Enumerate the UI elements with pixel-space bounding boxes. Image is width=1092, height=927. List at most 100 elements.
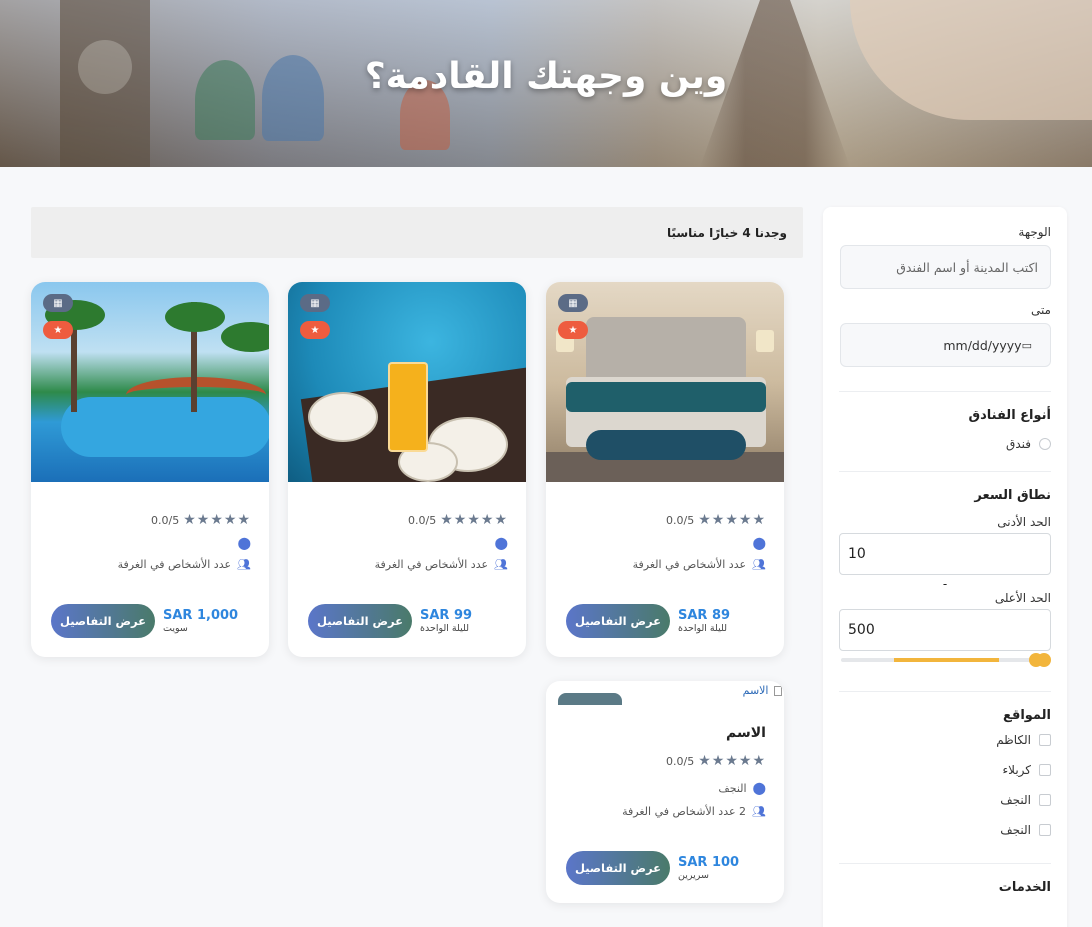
card-body: ★★★★★ 0.0/5 ⬤ 👥︎ عدد الأشخاص في الغرفة	[288, 512, 526, 571]
price-row: عرض التفاصيل SAR 100 سريرين	[566, 851, 766, 885]
star-icon: ★	[43, 321, 73, 339]
location-checkbox[interactable]	[1039, 824, 1051, 836]
calendar-icon[interactable]: ▭	[1022, 339, 1032, 352]
hotel-image[interactable]: ▦ ★	[546, 282, 784, 482]
date-input[interactable]: mm/dd/yyyy ▭	[840, 323, 1051, 367]
date-placeholder: mm/dd/yyyy	[943, 337, 1022, 353]
location-checkbox[interactable]	[1039, 794, 1051, 806]
hotel-icon: ▦	[558, 294, 588, 312]
price: SAR 100	[678, 855, 740, 870]
stars-icon: ★★★★★	[183, 512, 251, 528]
min-price-input[interactable]: 10	[839, 533, 1051, 575]
price-unit: لليلة الواحدة	[420, 623, 470, 634]
results-summary: وجدنا 4 خيارًا مناسبًا	[666, 225, 787, 240]
rating-value: 0.0/5	[151, 513, 180, 527]
divider	[839, 471, 1051, 472]
stars-icon: ★★★★★	[698, 753, 766, 769]
price-unit: سويت	[163, 623, 188, 634]
hotel-type-label: فندق	[1006, 437, 1031, 451]
hotel-type-option[interactable]: فندق	[839, 437, 1051, 451]
people-text: عدد الأشخاص في الغرفة	[117, 558, 232, 571]
divider	[839, 691, 1051, 692]
location-row: ⬤	[564, 536, 766, 550]
location-label: كربلاء	[1002, 763, 1031, 777]
juice-glass	[388, 362, 428, 452]
price-slider[interactable]	[841, 653, 1051, 667]
divider	[839, 863, 1051, 864]
users-icon: 👥︎	[237, 558, 251, 571]
price: SAR 89	[678, 608, 731, 623]
map-pin-icon: ⬤	[494, 536, 508, 550]
people-text: عدد الأشخاص في الغرفة	[632, 558, 747, 571]
price: SAR 99	[420, 608, 473, 623]
hotel-card[interactable]: ▦ ★ ★★★★★ 0.0/5 ⬤ 👥︎ عدد الأشخاص في الغر…	[31, 282, 269, 657]
hotel-image-broken[interactable]: الاسم	[546, 681, 784, 705]
people-row: 👥︎ عدد الأشخاص في الغرفة	[306, 558, 508, 571]
price: SAR 1,000	[163, 608, 239, 623]
plate	[308, 392, 378, 442]
hotel-card[interactable]: ▦ ★ ★★★★★ 0.0/5 ⬤ 👥︎ عدد الأشخاص في الغر…	[288, 282, 526, 657]
location-option[interactable]: كربلاء	[839, 763, 1051, 777]
rating: ★★★★★ 0.0/5	[564, 753, 766, 769]
price-row: عرض التفاصيل SAR 99 لليلة الواحدة	[308, 604, 508, 638]
price-block: SAR 100 سريرين	[678, 855, 766, 881]
location-row: ⬤ النجف	[564, 781, 766, 795]
bedroom-bench	[586, 430, 746, 460]
services-title: الخدمات	[998, 880, 1051, 895]
price-block: SAR 99 لليلة الواحدة	[420, 608, 508, 634]
hotel-icon: ▦	[43, 294, 73, 312]
location-option[interactable]: النجف	[839, 823, 1051, 837]
filters-sidebar: الوجهة اكتب المدينة أو اسم الفندق متى mm…	[823, 207, 1067, 927]
price-separator: -	[942, 577, 948, 591]
people-row: 👥︎ عدد الأشخاص في الغرفة	[564, 558, 766, 571]
min-price-label: الحد الأدنى	[997, 515, 1051, 529]
slider-range	[893, 658, 999, 662]
hotel-card[interactable]: ▦ ★ ★★★★★ 0.0/5 ⬤ 👥︎ عدد الأشخاص في الغر…	[546, 282, 784, 657]
hotel-image[interactable]: ▦ ★	[31, 282, 269, 482]
hotel-type-radio[interactable]	[1039, 438, 1051, 450]
location-label: النجف	[1000, 793, 1031, 807]
star-icon: ★	[558, 321, 588, 339]
view-details-button[interactable]: عرض التفاصيل	[566, 851, 670, 885]
price-row: عرض التفاصيل SAR 1,000 سويت	[51, 604, 251, 638]
rating: ★★★★★ 0.0/5	[306, 512, 508, 528]
bed-blanket	[566, 382, 766, 412]
palm-leaves	[221, 322, 269, 352]
location-option[interactable]: الكاظم	[839, 733, 1051, 747]
view-details-button[interactable]: عرض التفاصيل	[566, 604, 670, 638]
hero-banner: وين وجهتك القادمة؟	[0, 0, 1092, 167]
max-price-input[interactable]: 500	[839, 609, 1051, 651]
price-block: SAR 1,000 سويت	[163, 608, 251, 634]
view-details-button[interactable]: عرض التفاصيل	[308, 604, 412, 638]
location-option[interactable]: النجف	[839, 793, 1051, 807]
palm-leaves	[165, 302, 225, 332]
broken-image-icon	[774, 686, 782, 696]
destination-label: الوجهة	[1018, 225, 1051, 239]
location-row: ⬤	[49, 536, 251, 550]
map-pin-icon: ⬤	[752, 781, 766, 795]
rating-value: 0.0/5	[666, 513, 695, 527]
price-unit: سريرين	[678, 870, 709, 881]
view-details-button[interactable]: عرض التفاصيل	[51, 604, 155, 638]
location-checkbox[interactable]	[1039, 764, 1051, 776]
users-icon: 👥︎	[494, 558, 508, 571]
users-icon: 👥︎	[752, 805, 766, 818]
map-pin-icon: ⬤	[237, 536, 251, 550]
hotel-image[interactable]: ▦ ★	[288, 282, 526, 482]
destination-input[interactable]: اكتب المدينة أو اسم الفندق	[840, 245, 1051, 289]
price-unit: لليلة الواحدة	[678, 623, 728, 634]
location-checkbox[interactable]	[1039, 734, 1051, 746]
divider	[839, 391, 1051, 392]
slider-handle-max[interactable]	[1037, 653, 1051, 667]
people-text: 2 عدد الأشخاص في الغرفة	[622, 805, 747, 818]
rating: ★★★★★ 0.0/5	[49, 512, 251, 528]
card-body: ★★★★★ 0.0/5 ⬤ 👥︎ عدد الأشخاص في الغرفة	[546, 512, 784, 571]
when-label: متى	[1030, 303, 1051, 317]
hotel-card[interactable]: الاسم الاسم ★★★★★ 0.0/5 ⬤ النجف 👥︎ 2 عدد…	[546, 681, 784, 903]
location-text: النجف	[718, 781, 747, 795]
price-range-title: نطاق السعر	[974, 488, 1051, 503]
price-row: عرض التفاصيل SAR 89 لليلة الواحدة	[566, 604, 766, 638]
location-label: الكاظم	[996, 733, 1031, 747]
people-row: 👥︎ عدد الأشخاص في الغرفة	[49, 558, 251, 571]
locations-title: المواقع	[1002, 708, 1051, 723]
